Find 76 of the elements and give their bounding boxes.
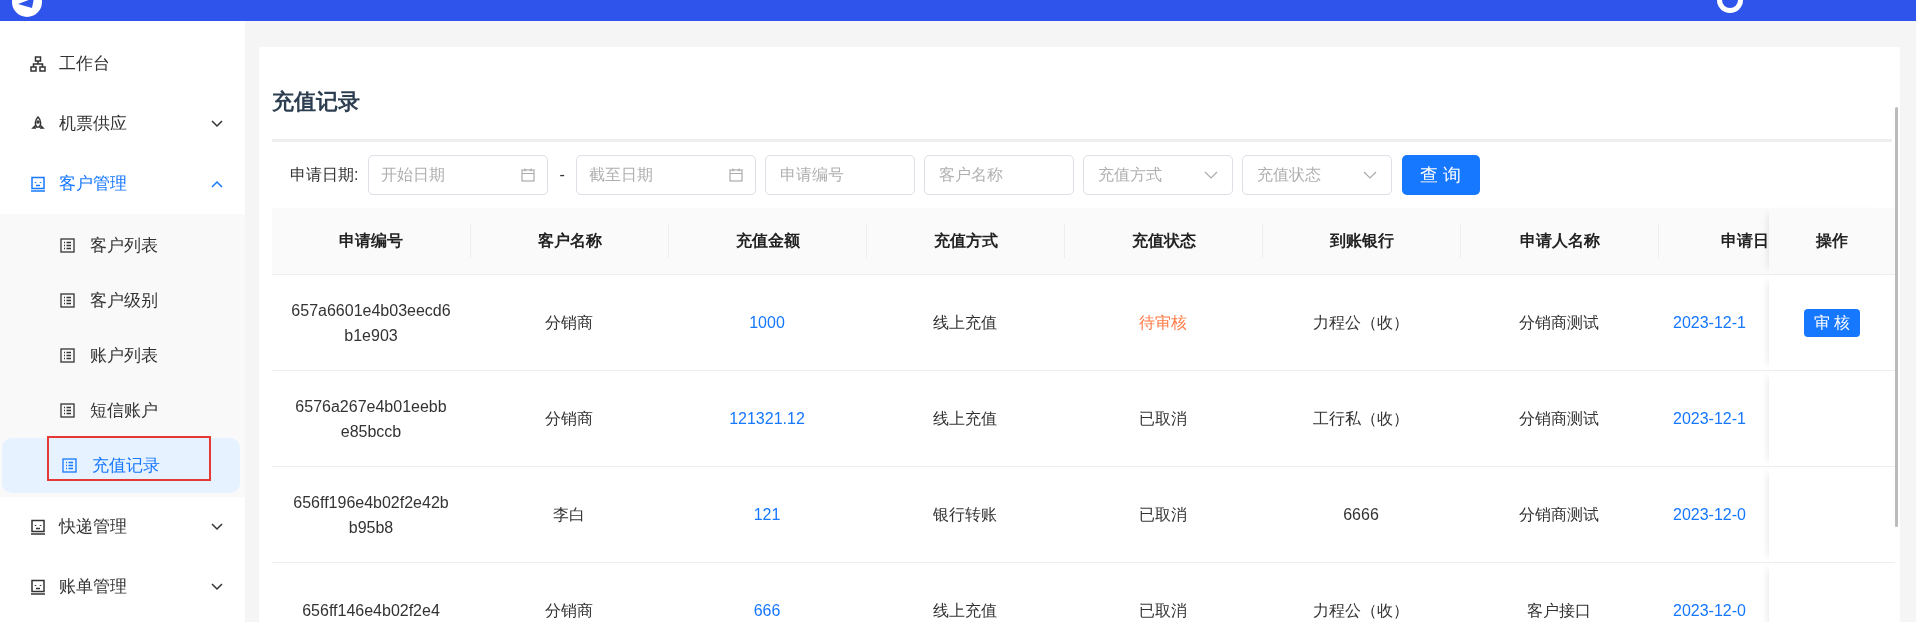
table-cell-text: 线上充值 [933, 600, 997, 621]
list-icon [60, 293, 75, 308]
select-field[interactable]: 充值方式 [1082, 155, 1233, 195]
table-cell-text: 656ff196e4b02f2e42bb95b8 [292, 492, 450, 538]
table-link[interactable]: 2023-12-1 [1673, 310, 1746, 335]
table-cell-text: 线上充值 [933, 312, 997, 333]
sidebar-item[interactable]: 账单管理 [0, 557, 245, 617]
table-link[interactable]: 666 [753, 598, 781, 622]
sidebar-subitem[interactable]: 短信账户 [0, 383, 240, 438]
status-text: 已取消 [1139, 408, 1187, 429]
text-input[interactable]: 申请编号 [764, 155, 915, 195]
column-header: 申请日 [1721, 231, 1769, 251]
sidebar-item[interactable]: 快递管理 [0, 497, 245, 557]
sidebar-subitem[interactable]: 账户列表 [0, 328, 240, 383]
chevron-down-icon [1362, 171, 1377, 179]
chevron-down-icon [1203, 171, 1218, 179]
table-link[interactable]: 121321.12 [729, 406, 805, 431]
table-cell-text: 分销商测试 [1519, 504, 1599, 525]
table-cell-text: 分销商 [545, 600, 593, 621]
sidebar-subitem[interactable]: 充值记录 [2, 438, 240, 493]
status-text: 已取消 [1139, 600, 1187, 621]
column-header: 到账银行 [1329, 231, 1394, 251]
table-cell-text: 分销商测试 [1519, 408, 1599, 429]
table-link[interactable]: 2023-12-0 [1673, 598, 1746, 622]
page-title: 充值记录 [272, 88, 361, 116]
table-link[interactable]: 2023-12-1 [1673, 406, 1746, 431]
table-cell-text: 6576a267e4b01eebbe85bccb [294, 396, 448, 442]
column-header: 操作 [1816, 231, 1848, 251]
status-text: 已取消 [1139, 504, 1187, 525]
column-header: 申请编号 [339, 231, 403, 251]
table-cell-text: 力程公（收） [1313, 312, 1409, 333]
list-icon [60, 348, 75, 363]
column-header: 充值方式 [933, 231, 998, 251]
list-icon [60, 238, 75, 253]
sidebar-subitem[interactable]: 客户级别 [0, 273, 240, 328]
table-cell-text: 客户接口 [1527, 600, 1591, 621]
column-header: 充值金额 [735, 231, 800, 251]
search-button[interactable]: 查 询 [1401, 155, 1480, 195]
calendar-icon [728, 168, 743, 182]
sidebar-item[interactable]: 工作台 [0, 34, 245, 94]
table-cell-text: 656ff146e4b02f2e4 [301, 601, 441, 621]
table-cell-text: 力程公（收） [1313, 600, 1409, 621]
column-header: 充值状态 [1131, 231, 1196, 251]
face-icon [30, 579, 46, 595]
column-header: 申请人名称 [1519, 231, 1600, 251]
list-icon [62, 458, 77, 473]
table-cell-text: 工行私（收） [1313, 408, 1409, 429]
sidebar-item[interactable]: 客户管理 [0, 154, 245, 214]
rocket-icon [30, 116, 46, 132]
column-header: 客户名称 [537, 231, 602, 251]
face-icon [30, 176, 46, 192]
list-icon [60, 403, 75, 418]
select-field[interactable]: 充值状态 [1241, 155, 1392, 195]
sidebar-item[interactable]: 机票供应 [0, 94, 245, 154]
date-label: 申请日期: [290, 165, 359, 185]
sidebar-subitem[interactable]: 客户列表 [0, 218, 240, 273]
table-link[interactable]: 2023-12-0 [1673, 502, 1746, 527]
table-cell-text: 657a6601e4b03eecd6b1e903 [291, 300, 451, 346]
calendar-icon [521, 168, 536, 182]
table-cell-text: 6666 [1343, 504, 1379, 525]
review-button[interactable]: 审 核 [1803, 308, 1861, 337]
table-cell-text: 分销商 [545, 312, 593, 333]
range-separator: - [558, 165, 566, 185]
date-field[interactable]: 截至日期 [575, 155, 756, 195]
status-text: 待审核 [1139, 312, 1187, 333]
table-link[interactable]: 1000 [749, 310, 785, 335]
table-cell-text: 李白 [553, 504, 585, 525]
table-cell-text: 线上充值 [933, 408, 997, 429]
table-cell-text: 分销商测试 [1519, 312, 1599, 333]
text-input[interactable]: 客户名称 [923, 155, 1074, 195]
face-icon [30, 519, 46, 535]
table-link[interactable]: 121 [753, 502, 781, 527]
date-field[interactable]: 开始日期 [368, 155, 549, 195]
table-cell-text: 分销商 [545, 408, 593, 429]
sitemap-icon [30, 56, 46, 72]
table-cell-text: 银行转账 [933, 504, 997, 525]
